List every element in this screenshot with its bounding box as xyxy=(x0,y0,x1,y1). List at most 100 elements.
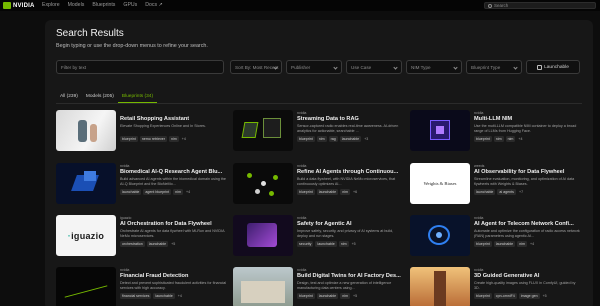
tag[interactable]: nim xyxy=(493,136,504,142)
tag[interactable]: image gen xyxy=(518,293,540,299)
tag[interactable]: launchable xyxy=(153,293,175,299)
result-card[interactable]: nvidia Biomedical AI-Q Research Agent Bl… xyxy=(56,163,228,209)
tag[interactable]: nemo retriever xyxy=(139,136,167,142)
publisher-dropdown[interactable]: Publisher xyxy=(286,60,342,74)
nvidia-eye-icon xyxy=(3,2,11,9)
use-case-dropdown[interactable]: Use Case xyxy=(346,60,402,74)
result-card[interactable]: nvidia Build Digital Twins for AI Factor… xyxy=(233,267,405,306)
result-card[interactable]: ·iguazio iguazio AI Orchestration for Da… xyxy=(56,215,228,261)
tag[interactable]: nim xyxy=(338,241,349,247)
tag[interactable]: nim xyxy=(168,136,179,142)
card-tags: security launchable nim +5 xyxy=(297,241,356,247)
tag[interactable]: blueprint xyxy=(297,189,315,195)
tag[interactable]: blueprint xyxy=(474,136,492,142)
global-search-input[interactable]: Search xyxy=(484,2,596,9)
nav-link-blueprints[interactable]: Blueprints xyxy=(92,2,115,8)
card-thumbnail xyxy=(56,267,116,306)
tag[interactable]: blueprint xyxy=(474,293,492,299)
blueprint-type-dropdown[interactable]: Blueprint Type xyxy=(466,60,522,74)
card-thumbnail xyxy=(410,215,470,256)
more-tags-count: +5 xyxy=(351,242,356,246)
tab-blueprints[interactable]: Blueprints (34) xyxy=(117,93,158,103)
card-description: Use the multi-LLM compatible NIM contain… xyxy=(474,124,577,133)
card-title: AI Agent for Telecom Network Confi... xyxy=(474,221,574,227)
result-card[interactable]: Weights & Biases weeds AI Observability … xyxy=(410,163,582,209)
result-card[interactable]: nvidia Refine AI Agents through Continuo… xyxy=(233,163,405,209)
more-tags-count: +5 xyxy=(542,294,547,298)
tab-models[interactable]: Models (205) xyxy=(82,93,118,103)
tab-all[interactable]: All (239) xyxy=(56,93,82,103)
result-card[interactable]: nvidia 3D Guided Generative AI Create hi… xyxy=(410,267,582,306)
tag[interactable]: launchable xyxy=(339,136,362,142)
card-title: AI Observability for Data Flywheel xyxy=(474,169,565,175)
filter-text-input[interactable]: Filter by text xyxy=(56,60,224,74)
card-description: Automate and optimize the configuration … xyxy=(474,229,580,238)
tag[interactable]: rag xyxy=(328,136,338,142)
nav-link-docs[interactable]: Docs ↗ xyxy=(145,2,163,8)
tag[interactable]: nim xyxy=(505,136,516,142)
card-description: Streamline evaluation, monitoring, and o… xyxy=(474,177,575,186)
tag[interactable]: nim xyxy=(173,189,183,195)
tag[interactable]: launchable xyxy=(315,241,337,247)
nvidia-logo[interactable]: NVIDIA xyxy=(3,1,35,10)
more-tags-count: +4 xyxy=(518,137,523,141)
search-icon xyxy=(488,3,492,8)
card-description: Create high-quality images using FLUX in… xyxy=(474,281,576,290)
tag[interactable]: launchable xyxy=(493,241,516,247)
tag[interactable]: blueprint xyxy=(297,293,315,299)
filter-text-placeholder: Filter by text xyxy=(61,64,87,70)
card-tags: orchestration launchable +5 xyxy=(120,241,175,247)
tag[interactable]: agent blueprint xyxy=(143,189,172,195)
result-card[interactable]: nvidia AI Agent for Telecom Network Conf… xyxy=(410,215,582,261)
card-title: 3D Guided Generative AI xyxy=(474,273,540,279)
tag[interactable]: nim xyxy=(517,241,527,247)
tag[interactable]: security xyxy=(297,241,314,247)
logo-text: NVIDIA xyxy=(13,2,35,9)
card-description: Improve safety, security, and privacy of… xyxy=(297,229,394,238)
tag[interactable]: ai agents xyxy=(497,189,516,195)
more-tags-count: +4 xyxy=(181,137,186,141)
card-thumbnail xyxy=(233,110,293,151)
nav-link-explore[interactable]: Explore xyxy=(42,2,60,8)
nim-type-dropdown[interactable]: NIM Type xyxy=(406,60,462,74)
tag[interactable]: launchable xyxy=(316,189,339,195)
result-card[interactable]: nvidia Safety for Agentic AI Improve saf… xyxy=(233,215,405,261)
card-title: Retail Shopping Assistant xyxy=(120,116,190,122)
tag[interactable]: nim xyxy=(340,189,350,195)
card-description: Build a data flywheel, with NVIDIA NeMo … xyxy=(297,177,396,186)
result-card[interactable]: Retail Shopping Assistant Elevate Shoppi… xyxy=(56,110,228,156)
tab-divider xyxy=(56,103,582,104)
card-description: Orchestrate AI agents for data flywheel … xyxy=(120,229,225,238)
nav-link-models[interactable]: Models xyxy=(68,2,85,8)
tag[interactable]: nim xyxy=(316,136,327,142)
tag[interactable]: financial services xyxy=(120,293,152,299)
tag[interactable]: cpn-omniF4 xyxy=(493,293,517,299)
global-search-placeholder: Search xyxy=(494,3,509,8)
more-tags-count: +5 xyxy=(352,294,358,298)
card-thumbnail xyxy=(410,110,470,151)
tag[interactable]: launchable xyxy=(474,189,496,195)
chevron-down-icon xyxy=(513,65,518,70)
tag[interactable]: blueprint xyxy=(297,136,315,142)
tag[interactable]: nim xyxy=(340,293,350,299)
launchable-toggle[interactable]: Launchable xyxy=(526,60,580,74)
page-subtitle: Begin typing or use the drop-down menus … xyxy=(56,43,208,49)
more-tags-count: +7 xyxy=(518,190,524,194)
result-card[interactable]: nvidia Financial Fraud Detection Detect … xyxy=(56,267,228,306)
tag[interactable]: blueprint xyxy=(120,136,138,142)
tag[interactable]: launchable xyxy=(120,189,142,195)
tag[interactable]: orchestration xyxy=(120,241,145,247)
card-publisher: nvidia xyxy=(297,164,307,168)
sort-dropdown[interactable]: Sort By: Most Recent xyxy=(230,60,282,74)
nav-links: Explore Models Blueprints GPUs Docs ↗ xyxy=(42,2,163,8)
tag[interactable]: blueprint xyxy=(474,241,492,247)
card-tags: blueprint cpn-omniF4 image gen +5 xyxy=(474,293,547,299)
result-card[interactable]: nvidia Streaming Data to RAG Sensor-capt… xyxy=(233,110,405,156)
tag[interactable]: launchable xyxy=(316,293,339,299)
nav-link-gpus[interactable]: GPUs xyxy=(123,2,137,8)
more-tags-count: +4 xyxy=(185,190,191,194)
tag[interactable]: launchable xyxy=(146,241,169,247)
card-title: Financial Fraud Detection xyxy=(120,273,189,279)
result-card[interactable]: nvidia Multi-LLM NIM Use the multi-LLM c… xyxy=(410,110,582,156)
card-tags: blueprint launchable nim +4 xyxy=(474,241,534,247)
